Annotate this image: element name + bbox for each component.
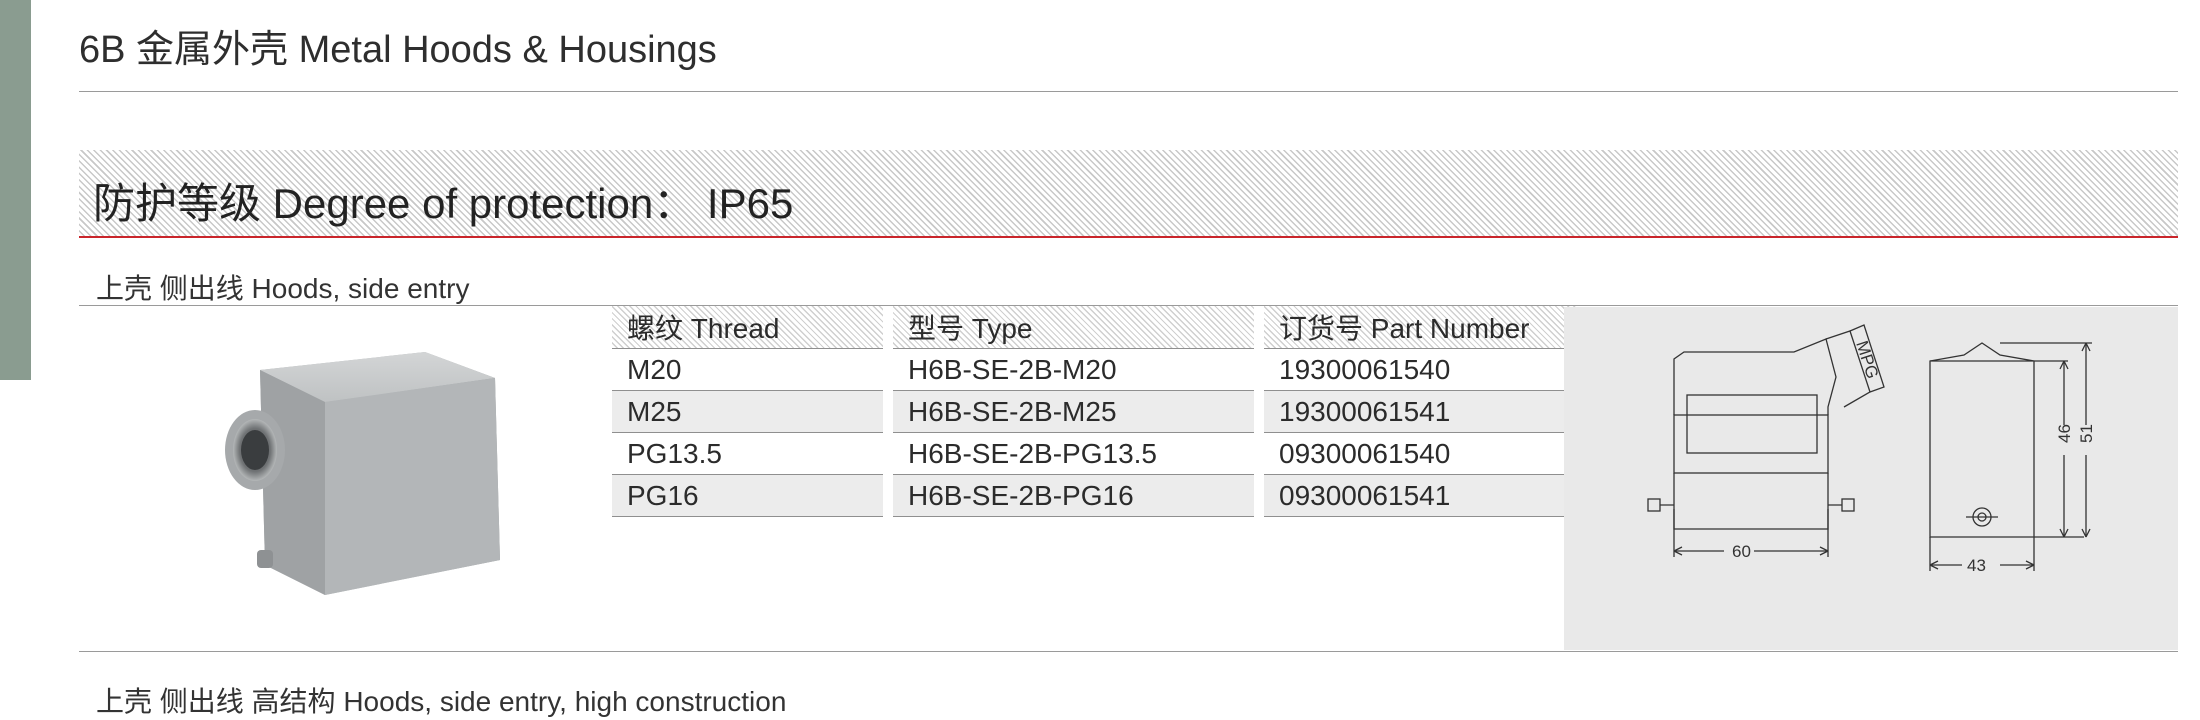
page-title: 6B 金属外壳 Metal Hoods & Housings [79, 29, 717, 71]
cell-type: H6B-SE-2B-PG13.5 [893, 433, 1254, 475]
protection-banner: 防护等级 Degree of protection： IP65 [79, 150, 2178, 238]
thread-dimension-label: MPG [1852, 338, 1882, 381]
cell-part-number: 09300061541 [1264, 475, 1579, 517]
depth-dimension-label: 43 [1967, 556, 1986, 575]
table-row: M20 H6B-SE-2B-M20 19300061540 [612, 349, 1579, 391]
cell-part-number: 19300061541 [1264, 391, 1579, 433]
title-divider [79, 91, 2178, 92]
protection-heading: 防护等级 Degree of protection： IP65 [93, 180, 794, 227]
cell-thread: M25 [612, 391, 883, 433]
cell-type: H6B-SE-2B-M25 [893, 391, 1254, 433]
cell-thread: M20 [612, 349, 883, 391]
header-thread: 螺纹 Thread [612, 306, 883, 349]
cell-part-number: 19300061540 [1264, 349, 1579, 391]
height-51-label: 51 [2077, 424, 2096, 443]
dimension-drawing: 60 43 46 51 MPG [1647, 324, 2096, 575]
cell-part-number: 09300061540 [1264, 433, 1579, 475]
width-dimension-label: 60 [1732, 542, 1751, 561]
cell-thread: PG13.5 [612, 433, 883, 475]
ordering-table: 螺纹 Thread 型号 Type 订货号 Part Number M20 H6… [612, 306, 1579, 517]
cell-type: H6B-SE-2B-PG16 [893, 475, 1254, 517]
header-part-number: 订货号 Part Number [1264, 306, 1579, 349]
header-type: 型号 Type [893, 306, 1254, 349]
bottom-divider [79, 651, 2178, 652]
cell-thread: PG16 [612, 475, 883, 517]
height-46-label: 46 [2055, 424, 2074, 443]
table-row: PG16 H6B-SE-2B-PG16 09300061541 [612, 475, 1579, 517]
side-accent-bar [0, 0, 31, 380]
table-row: PG13.5 H6B-SE-2B-PG13.5 09300061540 [612, 433, 1579, 475]
section-title: 上壳 侧出线 Hoods, side entry [96, 273, 470, 304]
dimension-drawing-panel: 60 43 46 51 MPG [1564, 307, 2178, 650]
hood-product-image [225, 352, 500, 595]
next-section-title: 上壳 侧出线 高结构 Hoods, side entry, high const… [96, 686, 787, 717]
table-header-row: 螺纹 Thread 型号 Type 订货号 Part Number [612, 306, 1579, 349]
cell-type: H6B-SE-2B-M20 [893, 349, 1254, 391]
table-row: M25 H6B-SE-2B-M25 19300061541 [612, 391, 1579, 433]
